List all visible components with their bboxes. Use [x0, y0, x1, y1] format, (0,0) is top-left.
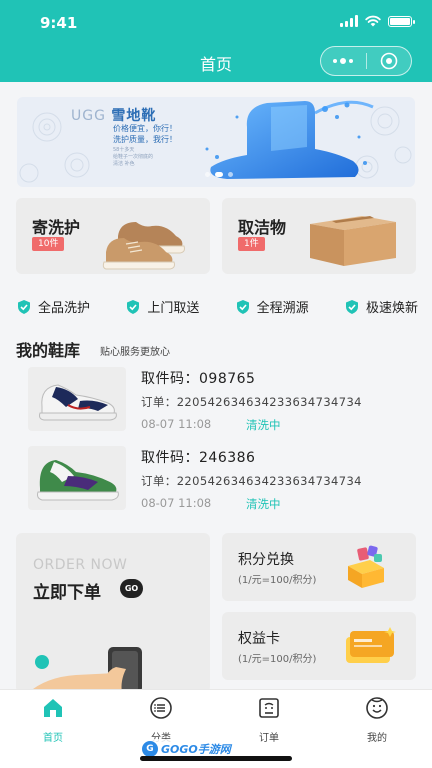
order-number: 订单：220542634634233634734734	[141, 474, 362, 488]
sneakers-image	[102, 222, 185, 270]
hand-phone-image	[28, 647, 142, 693]
shoe-order-item[interactable]: 取件码：246386 订单：220542634634233634734734 0…	[28, 446, 408, 511]
order-now-en: ORDER NOW	[33, 557, 128, 573]
order-status: 清洗中	[246, 418, 281, 432]
gift-box-icon	[348, 545, 384, 588]
banner-pagination	[205, 172, 233, 177]
points-exchange-card[interactable]: 积分兑换 (1/元=100/积分)	[222, 533, 416, 601]
send-wash-card[interactable]: 寄洗护 10件	[16, 198, 210, 274]
more-dots-icon	[333, 58, 354, 64]
sneaker-green-purple-image	[37, 460, 119, 501]
tab-category[interactable]: 分类	[121, 696, 201, 744]
rights-title: 权益卡	[238, 631, 280, 647]
order-number: 订单：220542634634233634734734	[141, 395, 362, 409]
feature-item: 上门取送	[125, 297, 199, 316]
shoe-order-item[interactable]: 取件码：098765 订单：220542634634233634734734 0…	[28, 367, 408, 432]
order-now-cn: 立即下单	[33, 583, 101, 603]
send-wash-count-badge: 10件	[32, 237, 65, 251]
shield-check-icon	[236, 299, 249, 314]
rights-card-card[interactable]: 权益卡 (1/元=100/积分)	[222, 612, 416, 680]
tab-profile[interactable]: 我的	[337, 696, 417, 744]
banner-subtext: 58十多天 给鞋子一次彻底的 清洁 补色	[113, 147, 154, 167]
sneaker-navy-image	[39, 384, 117, 421]
go-button[interactable]: GO	[120, 579, 143, 598]
category-list-icon	[150, 697, 172, 719]
feature-item: 全品洗护	[16, 297, 90, 316]
rights-subtitle: (1/元=100/积分)	[238, 654, 317, 665]
pickup-code: 取件码：098765	[141, 371, 256, 387]
status-time: 9:41	[40, 14, 78, 32]
feature-item: 全程溯源	[235, 297, 309, 316]
tab-home[interactable]: 首页	[13, 696, 93, 744]
shield-check-icon	[345, 299, 358, 314]
tab-orders[interactable]: 订单	[229, 696, 309, 744]
points-title: 积分兑换	[238, 552, 294, 568]
shoe-library-title: 我的鞋库	[16, 341, 81, 360]
shield-check-icon	[127, 299, 140, 314]
target-close-icon	[380, 52, 398, 70]
mini-program-capsule	[320, 46, 412, 76]
order-status: 清洗中	[246, 497, 281, 511]
shoe-library-subtitle: 贴心服务更放心	[100, 347, 170, 358]
order-icon	[259, 698, 279, 718]
cellular-signal-icon	[340, 15, 358, 27]
pickup-code: 取件码：246386	[141, 450, 256, 466]
pickup-count-badge: 1件	[238, 237, 265, 251]
close-capsule-button[interactable]	[367, 47, 412, 75]
banner-slogan: 价格便宜，你行！ 洗护质量，我行！	[113, 124, 177, 144]
profile-icon	[366, 697, 388, 719]
pickup-title: 取洁物	[238, 218, 287, 237]
feature-item: 极速焕新	[344, 297, 418, 316]
shoe-thumbnail	[28, 446, 126, 510]
home-icon	[44, 699, 62, 717]
pickup-card[interactable]: 取洁物 1件	[222, 198, 416, 274]
more-menu-button[interactable]	[321, 47, 366, 75]
order-date: 08-07 11:08	[141, 496, 212, 510]
send-wash-title: 寄洗护	[32, 218, 81, 237]
banner-brand: UGG 雪地靴	[71, 108, 157, 124]
shield-check-icon	[18, 299, 30, 314]
home-indicator[interactable]	[140, 756, 292, 761]
points-subtitle: (1/元=100/积分)	[238, 575, 317, 586]
wifi-icon	[365, 15, 381, 27]
watermark-logo-icon: G	[142, 741, 158, 757]
feature-strip: 全品洗护 上门取送 全程溯源 极速焕新	[16, 297, 418, 316]
order-date: 08-07 11:08	[141, 417, 212, 431]
order-now-card[interactable]: ORDER NOW 立即下单 GO	[16, 533, 210, 693]
cardboard-box-image	[310, 216, 396, 266]
promo-banner[interactable]: UGG 雪地靴 价格便宜，你行！ 洗护质量，我行！ 58十多天 给鞋子一次彻底的…	[17, 97, 415, 187]
status-icons	[340, 15, 415, 27]
shoe-thumbnail	[28, 367, 126, 431]
top-header: 9:41 首页	[0, 0, 432, 82]
battery-icon	[388, 15, 415, 27]
membership-card-icon	[346, 627, 396, 663]
